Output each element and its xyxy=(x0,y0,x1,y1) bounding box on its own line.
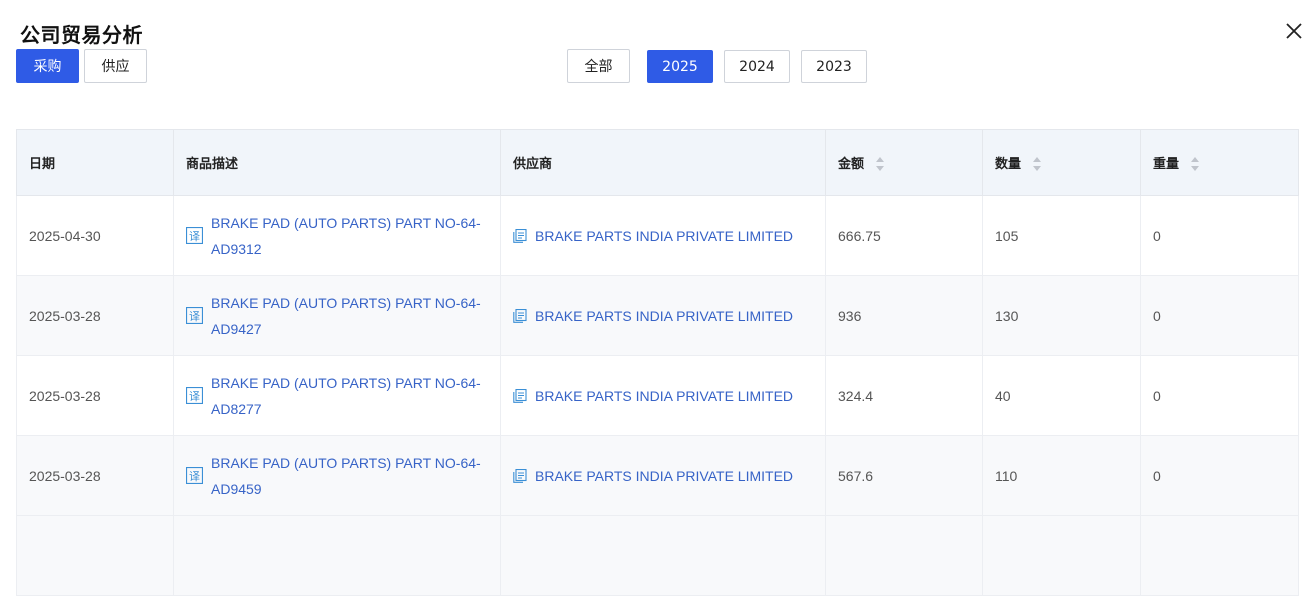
year-tab-2024[interactable]: 2024 xyxy=(724,50,790,83)
svg-text:译: 译 xyxy=(189,230,200,243)
translate-icon[interactable]: 译 xyxy=(186,387,203,404)
col-header-supplier: 供应商 xyxy=(500,129,826,196)
cell-qty: 130 xyxy=(982,275,1141,356)
product-description-link[interactable]: BRAKE PAD (AUTO PARTS) PART NO-64-AD8277 xyxy=(211,370,483,422)
cell-amount: 567.6 xyxy=(825,435,983,516)
supplier-link[interactable]: BRAKE PARTS INDIA PRIVATE LIMITED xyxy=(535,468,793,484)
dialog-title: 公司贸易分析 xyxy=(20,23,143,47)
table-row xyxy=(16,515,1299,596)
product-description-link[interactable]: BRAKE PAD (AUTO PARTS) PART NO-64-AD9459 xyxy=(211,450,483,502)
supplier-link[interactable]: BRAKE PARTS INDIA PRIVATE LIMITED xyxy=(535,308,793,324)
cell-qty: 40 xyxy=(982,355,1141,436)
cell-date: 2025-03-28 xyxy=(16,435,174,516)
svg-text:译: 译 xyxy=(189,390,200,403)
table-row: 2025-03-28 译 BRAKE PAD (AUTO PARTS) PART… xyxy=(16,355,1299,436)
cell-date: 2025-03-28 xyxy=(16,275,174,356)
table-header-row: 日期 商品描述 供应商 金额 数量 重量 xyxy=(16,129,1299,196)
col-header-weight[interactable]: 重量 xyxy=(1140,129,1299,196)
cell-qty: 105 xyxy=(982,195,1141,276)
col-header-qty[interactable]: 数量 xyxy=(982,129,1141,196)
tab-supply[interactable]: 供应 xyxy=(84,49,147,83)
tab-purchase[interactable]: 采购 xyxy=(16,49,79,83)
svg-text:译: 译 xyxy=(189,310,200,323)
cell-date: 2025-03-28 xyxy=(16,355,174,436)
year-tab-2025[interactable]: 2025 xyxy=(647,50,713,83)
col-header-amount[interactable]: 金额 xyxy=(825,129,983,196)
translate-icon[interactable]: 译 xyxy=(186,467,203,484)
year-tab-all[interactable]: 全部 xyxy=(567,49,630,83)
svg-text:译: 译 xyxy=(189,470,200,483)
trade-table: 日期 商品描述 供应商 金额 数量 重量 2025-04-30 译 BRAKE … xyxy=(16,129,1299,596)
cell-weight: 0 xyxy=(1140,195,1299,276)
cell-weight: 0 xyxy=(1140,275,1299,356)
close-icon[interactable] xyxy=(1284,21,1304,41)
company-icon xyxy=(513,468,527,483)
col-header-desc: 商品描述 xyxy=(173,129,501,196)
cell-weight: 0 xyxy=(1140,435,1299,516)
product-description-link[interactable]: BRAKE PAD (AUTO PARTS) PART NO-64-AD9312 xyxy=(211,210,483,262)
sort-icon[interactable] xyxy=(1190,156,1200,172)
product-description-link[interactable]: BRAKE PAD (AUTO PARTS) PART NO-64-AD9427 xyxy=(211,290,483,342)
col-header-date: 日期 xyxy=(16,129,174,196)
table-row: 2025-03-28 译 BRAKE PAD (AUTO PARTS) PART… xyxy=(16,275,1299,356)
cell-amount: 936 xyxy=(825,275,983,356)
company-icon xyxy=(513,308,527,323)
translate-icon[interactable]: 译 xyxy=(186,307,203,324)
company-icon xyxy=(513,228,527,243)
cell-date: 2025-04-30 xyxy=(16,195,174,276)
translate-icon[interactable]: 译 xyxy=(186,227,203,244)
table-row: 2025-04-30 译 BRAKE PAD (AUTO PARTS) PART… xyxy=(16,195,1299,276)
cell-amount: 324.4 xyxy=(825,355,983,436)
cell-qty: 110 xyxy=(982,435,1141,516)
sort-icon[interactable] xyxy=(875,156,885,172)
year-tab-2023[interactable]: 2023 xyxy=(801,50,867,83)
supplier-link[interactable]: BRAKE PARTS INDIA PRIVATE LIMITED xyxy=(535,388,793,404)
cell-weight: 0 xyxy=(1140,355,1299,436)
cell-amount: 666.75 xyxy=(825,195,983,276)
supplier-link[interactable]: BRAKE PARTS INDIA PRIVATE LIMITED xyxy=(535,228,793,244)
sort-icon[interactable] xyxy=(1032,156,1042,172)
table-row: 2025-03-28 译 BRAKE PAD (AUTO PARTS) PART… xyxy=(16,435,1299,516)
company-icon xyxy=(513,388,527,403)
